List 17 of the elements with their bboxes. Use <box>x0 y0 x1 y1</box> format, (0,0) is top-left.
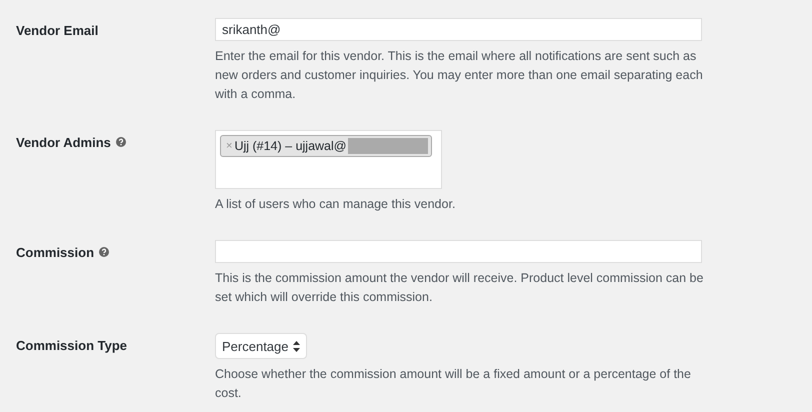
text-field[interactable] <box>215 240 702 263</box>
updown-arrows-icon <box>292 340 300 352</box>
field-label: Commission Type <box>16 338 128 352</box>
help-icon <box>116 137 126 147</box>
help-icon <box>99 247 110 257</box>
users-select-field[interactable]: × Ujj (#14) – ujjawal@ <box>215 130 442 189</box>
field-description: Enter the email for this vendor. This is the email where all notifications are sent such as new orders and customer inquiries. You may enter more than one email separating each with a comma. <box>215 48 704 103</box>
field-label: Vendor Admins <box>16 134 111 150</box>
type-dropdown[interactable]: Percentage <box>215 333 306 359</box>
tag-label: Ujj (#14) – ujjawal@ <box>234 139 346 153</box>
text-field[interactable]: srikanth@ <box>215 18 702 41</box>
field-description: This is the commission amount the vendor will receive. Product level commission can be set which will override this commission. <box>215 270 704 306</box>
field-description: A list of users who can manage this vendor. <box>215 196 456 213</box>
user-tag[interactable]: × Ujj (#14) – ujjawal@ <box>220 135 432 157</box>
field-label: Commission <box>16 244 94 260</box>
field-description: Choose whether the commission amount will be a fixed amount or a percentage of the cost. <box>215 366 692 402</box>
field-label: Vendor Email <box>16 22 98 38</box>
